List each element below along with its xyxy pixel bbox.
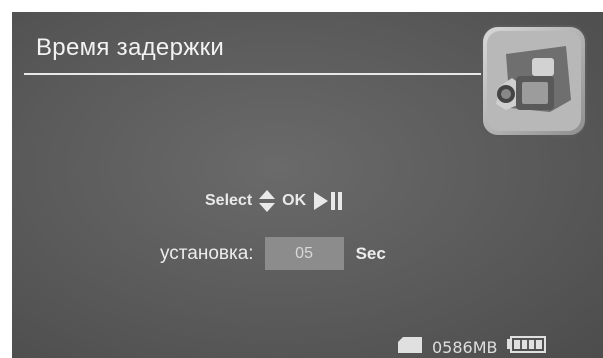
up-down-arrows-icon <box>258 189 276 213</box>
free-space: 0586MB <box>432 337 498 357</box>
setting-label: установка: <box>160 242 254 264</box>
delay-setting: установка: 05 Sec <box>160 237 386 270</box>
page-title: Время задержки <box>36 34 225 61</box>
play-pause-icon <box>312 190 346 212</box>
battery-icon <box>506 336 546 358</box>
status-bar: 0586MB <box>396 335 546 358</box>
title-divider <box>24 73 482 75</box>
delay-value-field[interactable]: 05 <box>264 237 344 270</box>
camcorder-icon <box>476 20 592 142</box>
screen: Время задержки Select OK установка: 05 S… <box>12 12 603 358</box>
memory-card-icon <box>396 335 424 358</box>
control-hint: Select OK <box>205 189 346 213</box>
select-label: Select <box>205 192 253 209</box>
unit-label: Sec <box>355 243 386 263</box>
ok-label: OK <box>282 192 307 209</box>
